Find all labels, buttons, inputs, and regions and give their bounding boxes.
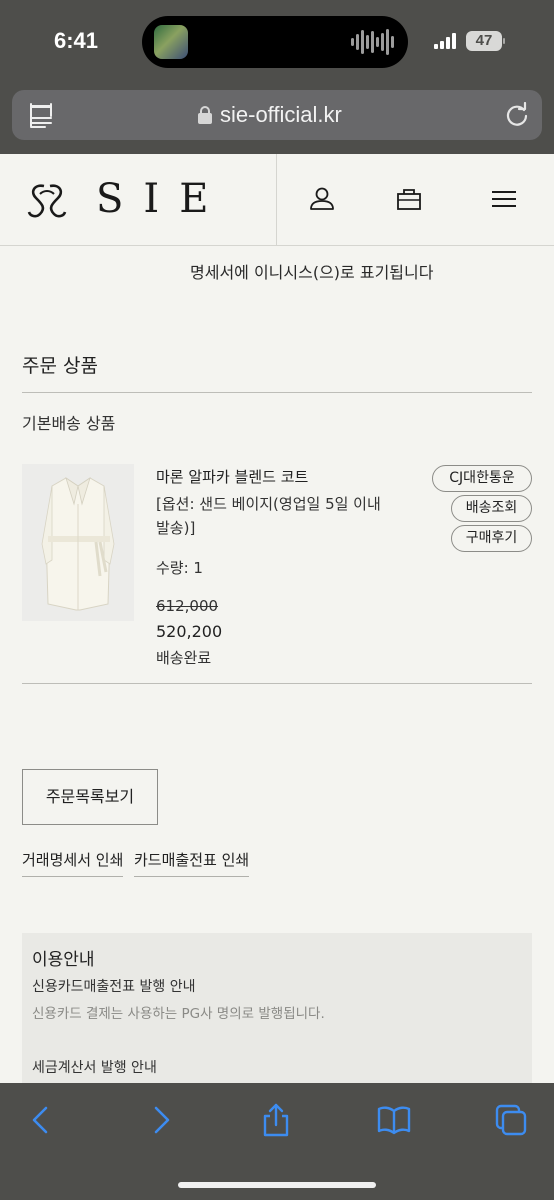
print-statement-link[interactable]: 거래명세서 인쇄 [22,849,124,877]
product-option-line-1: [옵션: 샌드 베이지(영업일 5일 이내 [156,495,381,513]
status-time: 6:41 [54,28,99,53]
print-card-receipt-link[interactable]: 카드매출전표 인쇄 [134,849,250,877]
track-delivery-button[interactable]: 배송조회 [451,495,532,522]
ordered-items-title: 주문 상품 [22,355,98,377]
forward-icon[interactable] [144,1103,178,1137]
item-divider [22,683,532,684]
back-icon[interactable] [24,1103,58,1137]
product-option: [옵션: 샌드 베이지(영업일 5일 이내 발송)] [156,492,406,540]
courier-button[interactable]: CJ대한통운 [432,465,532,492]
site-header: SIE [0,154,554,246]
write-review-button[interactable]: 구매후기 [451,525,532,552]
tax-invoice-heading: 세금계산서 발행 안내 [32,1060,157,1076]
now-playing-artwork [154,25,188,59]
url-text[interactable]: sie-official.kr [220,102,342,128]
card-receipt-text: 신용카드 결제는 사용하는 PG사 명의로 발행됩니다. [32,1006,325,1022]
bookmarks-icon[interactable] [377,1103,411,1137]
cellular-signal-icon [434,33,456,49]
share-icon[interactable] [259,1103,293,1137]
address-bar[interactable]: sie-official.kr [12,90,542,140]
brand-logo-text[interactable]: SIE [96,176,228,222]
order-detail-content[interactable]: 명세서에 이니시스(으)로 표기됩니다 주문 상품 기본배송 상품 마론 알파카… [0,247,554,1083]
tabs-icon[interactable] [494,1103,528,1137]
product-name[interactable]: 마론 알파카 블렌드 코트 [156,466,308,487]
original-price: 612,000 [156,597,219,615]
header-divider [276,154,277,246]
hamburger-menu-icon[interactable] [489,184,519,214]
section-divider [22,392,532,393]
delivery-group-label: 기본배송 상품 [22,414,116,433]
product-image[interactable] [22,464,134,621]
browser-top-chrome: 6:41 47 sie-official.kr [0,0,554,154]
battery-tip [503,38,505,44]
usage-info-box: 이용안내 신용카드매출전표 발행 안내 신용카드 결제는 사용하는 PG사 명의… [22,933,532,1083]
brand-logo-mark[interactable] [26,180,68,220]
battery-indicator: 47 [466,31,502,51]
product-option-line-2: 발송)] [156,519,196,537]
page-menu-icon[interactable] [30,103,54,128]
card-receipt-heading: 신용카드매출전표 발행 안내 [32,979,196,995]
audio-waveform-icon [351,28,394,56]
usage-info-title: 이용안내 [32,950,95,970]
payment-statement-note: 명세서에 이니시스(으)로 표기됩니다 [190,263,434,282]
delivery-status: 배송완료 [156,649,212,667]
coat-illustration [22,464,134,621]
reload-icon[interactable] [504,102,530,128]
lock-icon [198,106,212,124]
paid-price: 520,200 [156,622,223,641]
product-quantity: 수량: 1 [156,559,203,577]
account-icon[interactable] [307,184,337,214]
shopping-bag-icon[interactable] [394,184,424,214]
order-list-button[interactable]: 주문목록보기 [22,769,158,825]
dynamic-island [142,16,408,68]
home-indicator[interactable] [178,1182,376,1188]
